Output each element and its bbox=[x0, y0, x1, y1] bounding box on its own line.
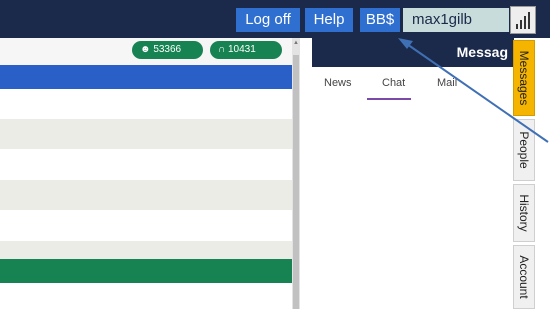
bb-dollars-button[interactable]: BB$ bbox=[360, 8, 400, 32]
side-tab-people-label: People bbox=[517, 131, 531, 169]
side-tab-history-label: History bbox=[517, 194, 531, 232]
list-row[interactable] bbox=[0, 149, 292, 180]
side-rail-edge bbox=[536, 38, 550, 309]
scroll-up-icon[interactable]: ▲ bbox=[292, 38, 300, 48]
list-row-highlight[interactable] bbox=[0, 259, 292, 283]
members-count: 53366 bbox=[153, 44, 182, 55]
tab-chat[interactable]: Chat bbox=[382, 77, 405, 89]
person-icon: ☻ bbox=[140, 44, 151, 55]
messages-tabs: News Chat Mail bbox=[312, 67, 514, 101]
side-tab-people[interactable]: People bbox=[513, 119, 535, 181]
list-row[interactable] bbox=[0, 241, 292, 259]
top-bar: Log off Help BB$ max1gilb bbox=[0, 0, 550, 38]
tab-mail[interactable]: Mail bbox=[437, 77, 457, 89]
list-row[interactable] bbox=[0, 283, 292, 309]
groups-count: 10431 bbox=[227, 44, 256, 55]
stats-row: ☻ 53366 ∩ 10431 bbox=[0, 38, 292, 65]
messages-header: Messag bbox=[312, 38, 514, 67]
log-off-button[interactable]: Log off bbox=[236, 8, 300, 32]
signal-bars-icon[interactable] bbox=[510, 6, 536, 34]
panel-divider bbox=[300, 38, 312, 309]
list-row[interactable] bbox=[0, 180, 292, 210]
list-row-selected[interactable] bbox=[0, 65, 292, 89]
active-tab-underline bbox=[367, 98, 411, 100]
help-button[interactable]: Help bbox=[305, 8, 353, 32]
side-tab-messages-label: Messages bbox=[517, 50, 531, 106]
side-tab-messages[interactable]: Messages bbox=[513, 40, 535, 116]
side-tab-account[interactable]: Account bbox=[513, 245, 535, 309]
groups-count-badge[interactable]: ∩ 10431 bbox=[210, 41, 282, 59]
side-tab-account-label: Account bbox=[517, 255, 531, 299]
tab-news[interactable]: News bbox=[324, 77, 352, 89]
people-group-icon: ∩ bbox=[218, 44, 226, 55]
list-row[interactable] bbox=[0, 210, 292, 241]
members-count-badge[interactable]: ☻ 53366 bbox=[132, 41, 203, 59]
scrollbar-thumb[interactable] bbox=[293, 55, 299, 309]
list-row[interactable] bbox=[0, 89, 292, 119]
messages-title: Messag bbox=[456, 44, 508, 60]
side-tab-history[interactable]: History bbox=[513, 184, 535, 242]
username-field[interactable]: max1gilb bbox=[403, 8, 509, 32]
list-row[interactable] bbox=[0, 119, 292, 149]
